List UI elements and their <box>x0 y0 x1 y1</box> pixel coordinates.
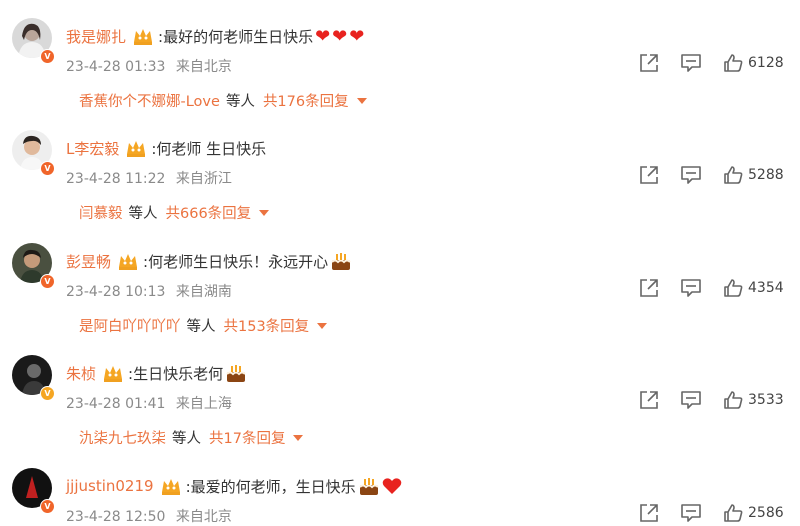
thumbs-up-icon[interactable] <box>722 52 744 74</box>
reply-etc-label: 等人 <box>172 431 201 447</box>
comment-meta: 23-4-28 01:33 来自北京 <box>66 56 238 76</box>
comment-icon[interactable] <box>680 502 702 524</box>
crown-icon <box>127 141 146 157</box>
replies-summary[interactable]: 香蕉你个不娜娜-Love 等人 共176条回复 <box>79 90 367 111</box>
comment-meta: 23-4-28 11:22 来自浙江 <box>66 168 238 188</box>
comment-text: :最爱的何老师，生日快乐 <box>185 477 356 496</box>
like-count: 4354 <box>748 280 784 296</box>
heart-icon <box>382 478 401 494</box>
comment-meta: 23-4-28 10:13 来自湖南 <box>66 281 238 301</box>
timestamp: 23-4-28 01:41 <box>66 396 166 412</box>
like-count: 5288 <box>748 167 784 183</box>
reply-etc-label: 等人 <box>225 94 255 110</box>
share-icon[interactable] <box>638 52 660 74</box>
timestamp: 23-4-28 11:22 <box>66 171 166 187</box>
location: 来自浙江 <box>175 171 232 187</box>
comment-item: V 我是娜扎 :最好的何老师生日快乐 ❤❤❤ 23-4-28 01:33 来自北… <box>0 16 800 129</box>
username-link[interactable]: 朱桢 <box>66 363 96 384</box>
replies-summary[interactable]: 闫慕毅 等人 共666条回复 <box>79 202 270 223</box>
verified-badge-icon: V <box>40 274 55 289</box>
chevron-down-icon[interactable] <box>317 322 328 329</box>
like-count: 2586 <box>748 505 784 521</box>
thumbs-up-icon[interactable] <box>722 277 744 299</box>
replies-summary[interactable]: 是阿白吖吖吖吖 等人 共153条回复 <box>79 315 328 336</box>
comment-icon[interactable] <box>680 164 702 186</box>
comment-text: :最好的何老师生日快乐 <box>158 27 314 46</box>
comment-header: 朱桢 :生日快乐老何 <box>66 361 247 385</box>
comment-header: 彭昱畅 :何老师生日快乐！永远开心 <box>66 249 352 273</box>
crown-icon <box>119 254 138 270</box>
reply-count-link[interactable]: 共666条回复 <box>166 202 252 223</box>
comment-icon[interactable] <box>680 52 702 74</box>
username-link[interactable]: jjjustin0219 <box>66 477 154 495</box>
reply-count-link[interactable]: 共153条回复 <box>224 315 310 336</box>
comment-text: :生日快乐老何 <box>128 364 224 383</box>
comment-icon[interactable] <box>680 277 702 299</box>
chevron-down-icon[interactable] <box>356 97 367 104</box>
like-count: 3533 <box>748 392 784 408</box>
comment-text: :何老师 生日快乐 <box>151 139 267 158</box>
birthday-cake-icon <box>226 365 246 382</box>
reply-count-link[interactable]: 共176条回复 <box>263 90 349 111</box>
reply-user-names[interactable]: 香蕉你个不娜娜-Love <box>79 90 220 111</box>
crown-icon <box>104 366 123 382</box>
username-link[interactable]: 彭昱畅 <box>66 251 111 272</box>
birthday-cake-icon <box>358 478 379 495</box>
crown-icon <box>161 479 180 495</box>
username-link[interactable]: L李宏毅 <box>66 138 119 159</box>
comment-header: jjjustin0219 :最爱的何老师，生日快乐 <box>66 474 402 498</box>
reply-etc-label: 等人 <box>186 319 216 335</box>
thumbs-up-icon[interactable] <box>722 389 744 411</box>
comment-meta: 23-4-28 12:50 来自北京 <box>66 506 238 526</box>
location: 来自上海 <box>175 396 232 412</box>
comment-item: V L李宏毅 :何老师 生日快乐 23-4-28 11:22 来自浙江 闫慕毅 … <box>0 128 800 241</box>
username-link[interactable]: 我是娜扎 <box>66 26 126 47</box>
thumbs-up-icon[interactable] <box>722 502 744 524</box>
chevron-down-icon[interactable] <box>259 209 270 216</box>
comment-text: :何老师生日快乐！永远开心 <box>143 252 329 271</box>
comment-icon[interactable] <box>680 389 702 411</box>
verified-badge-icon: V <box>40 49 55 64</box>
timestamp: 23-4-28 12:50 <box>66 509 166 525</box>
share-icon[interactable] <box>638 277 660 299</box>
crown-icon <box>134 29 153 45</box>
verified-badge-icon: V <box>40 161 55 176</box>
timestamp: 23-4-28 10:13 <box>66 284 166 300</box>
like-count: 6128 <box>748 55 784 71</box>
reply-count-link[interactable]: 共17条回复 <box>209 427 285 448</box>
reply-etc-label: 等人 <box>128 206 158 222</box>
reply-user-names[interactable]: 闫慕毅 <box>79 202 123 223</box>
share-icon[interactable] <box>638 389 660 411</box>
birthday-cake-icon <box>331 253 351 270</box>
reply-user-names[interactable]: 是阿白吖吖吖吖 <box>79 315 181 336</box>
timestamp: 23-4-28 01:33 <box>66 59 166 75</box>
comment-item: V 朱桢 :生日快乐老何 23-4-28 01:41 来自上海 氿柒九七玖柒 等… <box>0 353 800 466</box>
share-icon[interactable] <box>638 164 660 186</box>
reply-user-names[interactable]: 氿柒九七玖柒 <box>79 427 166 448</box>
replies-summary[interactable]: 氿柒九七玖柒 等人 共17条回复 <box>79 427 304 448</box>
comment-item: V jjjustin0219 :最爱的何老师，生日快乐 23-4-28 12:5… <box>0 466 800 526</box>
location: 来自北京 <box>175 509 232 525</box>
thumbs-up-icon[interactable] <box>722 164 744 186</box>
heart-icon: ❤❤❤ <box>315 25 367 47</box>
location: 来自北京 <box>175 59 232 75</box>
verified-badge-icon: V <box>40 499 55 514</box>
comment-header: 我是娜扎 :最好的何老师生日快乐 ❤❤❤ <box>66 24 366 48</box>
verified-badge-icon: V <box>40 386 55 401</box>
location: 来自湖南 <box>175 284 232 300</box>
comment-header: L李宏毅 :何老师 生日快乐 <box>66 136 266 160</box>
share-icon[interactable] <box>638 502 660 524</box>
comment-meta: 23-4-28 01:41 来自上海 <box>66 393 238 413</box>
chevron-down-icon[interactable] <box>293 434 304 441</box>
comment-item: V 彭昱畅 :何老师生日快乐！永远开心 23-4-28 10:13 来自湖南 是… <box>0 241 800 354</box>
